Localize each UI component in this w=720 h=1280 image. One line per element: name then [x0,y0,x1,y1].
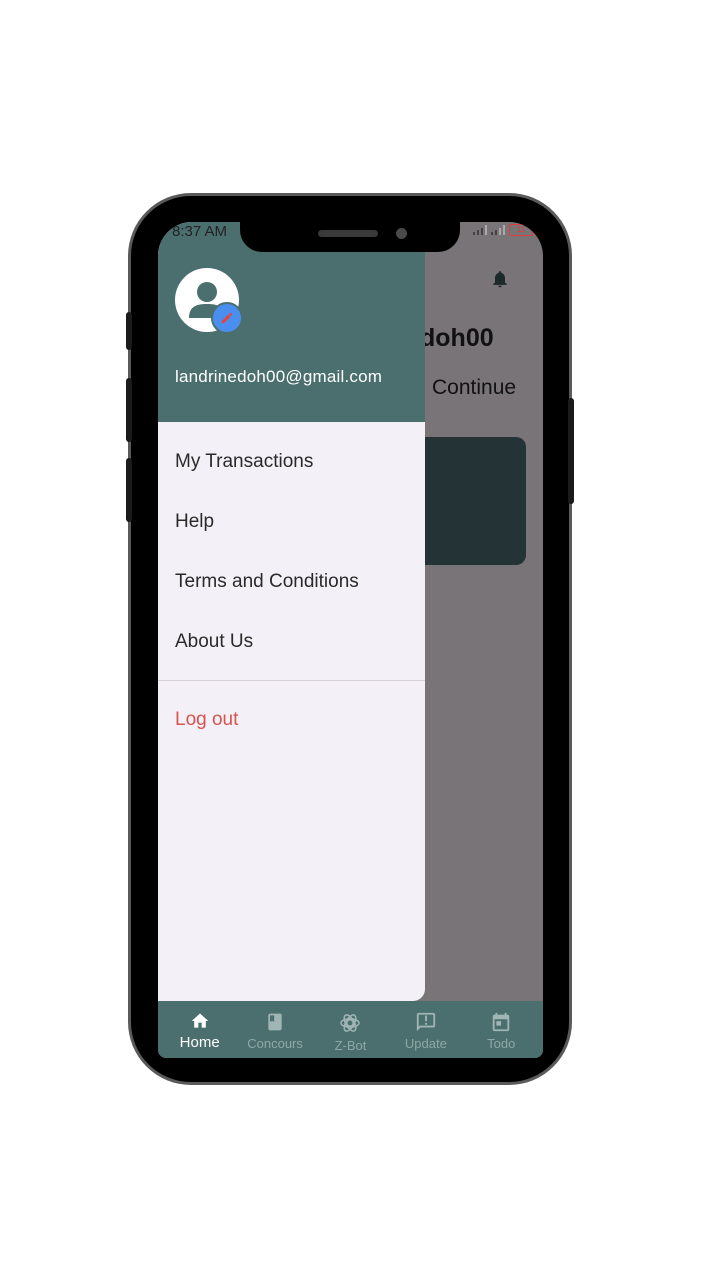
nav-label-todo: Todo [487,1036,516,1051]
volume-down-button [126,458,132,522]
battery-icon: 11 [509,224,533,236]
navigation-drawer: landrinedoh00@gmail.com My Transactions … [158,222,425,1001]
home-icon [191,1013,209,1028]
divider [158,680,425,681]
calendar-icon [493,1012,510,1032]
nav-item-home[interactable]: Home [165,1001,235,1058]
nav-item-todo[interactable]: Todo [466,1001,536,1058]
nav-label-update: Update [404,1036,447,1051]
signal-icon [473,225,487,235]
nav-label-concours: Concours [247,1036,303,1051]
volume-up-button [126,378,132,442]
signal-icon-2 [491,225,505,235]
nav-item-update[interactable]: Update [391,1001,461,1058]
alert-message-icon [416,1012,436,1032]
background-continue: Continue [432,376,517,399]
speaker [318,230,378,237]
openai-icon [340,1014,361,1032]
power-button [568,398,574,504]
nav-label-home: Home [179,1034,220,1051]
background-username: doh00 [420,324,494,352]
book-icon [268,1013,282,1031]
drawer-header: landrinedoh00@gmail.com [158,222,425,422]
nav-label-zbot: Z-Bot [334,1038,367,1053]
camera [396,228,407,239]
pencil-icon [221,312,233,324]
bottom-navigation: Home Concours Z-Bot Update Todo [158,1001,543,1058]
menu-item-terms[interactable]: Terms and Conditions [175,571,359,593]
nav-item-concours[interactable]: Concours [240,1001,310,1058]
menu-item-my-transactions[interactable]: My Transactions [175,451,313,473]
screen: 8:37 AM 11 doh00 Continue landrinedoh00@… [158,222,543,1058]
nav-item-zbot[interactable]: Z-Bot [315,1001,385,1058]
menu-item-about-us[interactable]: About Us [175,631,253,653]
notification-bell-icon[interactable] [490,268,510,290]
menu-item-help[interactable]: Help [175,511,214,533]
side-button [126,312,132,350]
logout-button[interactable]: Log out [175,709,238,731]
status-time: 8:37 AM [172,223,228,240]
user-email: landrinedoh00@gmail.com [175,367,383,386]
edit-avatar-button[interactable] [211,302,243,334]
status-icons: 11 [473,224,533,236]
